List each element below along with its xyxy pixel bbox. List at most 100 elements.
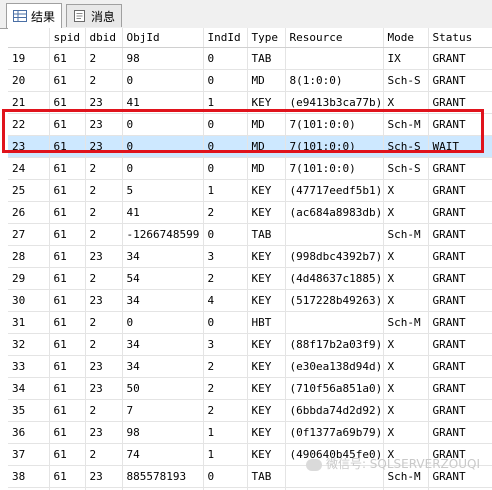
table-cell[interactable]: 2 xyxy=(85,223,123,246)
table-cell[interactable]: KEY xyxy=(247,179,286,202)
table-cell[interactable]: GRANT xyxy=(428,377,492,400)
table-cell[interactable]: 34 xyxy=(122,333,204,356)
table-cell[interactable]: -1266748599 xyxy=(122,223,204,246)
table-cell[interactable]: WAIT xyxy=(428,135,492,158)
table-cell[interactable]: 54 xyxy=(122,267,204,290)
table-cell[interactable]: 7 xyxy=(122,399,204,422)
table-cell[interactable]: 61 xyxy=(49,69,86,92)
column-header[interactable]: Type xyxy=(247,28,286,48)
table-cell[interactable]: 98 xyxy=(122,421,204,444)
table-row[interactable]: 21 61 23 41 1 KEY (e9413b3ca77b) X GRANT xyxy=(8,91,492,114)
table-cell[interactable]: 61 xyxy=(49,399,86,422)
table-cell[interactable]: X xyxy=(383,399,429,422)
table-cell[interactable]: 98 xyxy=(122,47,204,70)
table-cell[interactable]: 23 xyxy=(85,355,123,378)
table-row[interactable]: 37 61 2 74 1 KEY (490640b45fe0) X GRANT xyxy=(8,443,492,466)
table-cell[interactable]: (e30ea138d94d) xyxy=(285,355,384,378)
table-cell[interactable]: 0 xyxy=(203,223,248,246)
table-cell[interactable]: 5 xyxy=(122,179,204,202)
table-cell[interactable]: GRANT xyxy=(428,289,492,312)
table-cell[interactable]: 23 xyxy=(85,377,123,400)
table-cell[interactable]: 61 xyxy=(49,377,86,400)
table-row[interactable]: 24 61 2 0 0 MD 7(101:0:0) Sch-S GRANT xyxy=(8,157,492,180)
table-cell[interactable]: (490640b45fe0) xyxy=(285,443,384,466)
table-cell[interactable]: 0 xyxy=(203,135,248,158)
tab-results[interactable]: 结果 xyxy=(6,3,63,28)
column-header[interactable]: Status xyxy=(428,28,492,48)
table-cell[interactable]: 61 xyxy=(49,267,86,290)
table-cell[interactable]: 0 xyxy=(122,135,204,158)
table-row[interactable]: 25 61 2 5 1 KEY (47717eedf5b1) X GRANT xyxy=(8,179,492,202)
table-cell[interactable]: 0 xyxy=(122,157,204,180)
table-cell[interactable]: MD xyxy=(247,113,286,136)
table-cell[interactable]: 7(101:0:0) xyxy=(285,113,384,136)
column-header[interactable]: dbid xyxy=(85,28,123,48)
table-cell[interactable]: (6bbda74d2d92) xyxy=(285,399,384,422)
table-cell[interactable]: GRANT xyxy=(428,355,492,378)
table-cell[interactable]: TAB xyxy=(247,465,286,488)
table-cell[interactable]: GRANT xyxy=(428,443,492,466)
table-cell[interactable]: 61 xyxy=(49,355,86,378)
table-cell[interactable]: 23 xyxy=(85,135,123,158)
table-cell[interactable]: GRANT xyxy=(428,179,492,202)
table-cell[interactable]: X xyxy=(383,289,429,312)
table-cell[interactable]: KEY xyxy=(247,443,286,466)
table-row[interactable]: 27 61 2 -1266748599 0 TAB Sch-M GRANT xyxy=(8,223,492,246)
table-cell[interactable]: GRANT xyxy=(428,201,492,224)
table-cell[interactable]: 2 xyxy=(203,377,248,400)
table-row[interactable]: 28 61 23 34 3 KEY (998dbc4392b7) X GRANT xyxy=(8,245,492,268)
table-cell[interactable]: KEY xyxy=(247,377,286,400)
table-cell[interactable]: 2 xyxy=(85,179,123,202)
table-cell[interactable]: (0f1377a69b79) xyxy=(285,421,384,444)
column-header[interactable]: spid xyxy=(49,28,86,48)
table-cell[interactable]: X xyxy=(383,267,429,290)
table-cell[interactable]: 74 xyxy=(122,443,204,466)
table-cell[interactable]: 61 xyxy=(49,289,86,312)
table-cell[interactable]: 1 xyxy=(203,421,248,444)
table-cell[interactable]: Sch-M xyxy=(383,223,429,246)
table-cell[interactable] xyxy=(285,465,384,488)
table-cell[interactable] xyxy=(285,47,384,70)
table-cell[interactable]: (47717eedf5b1) xyxy=(285,179,384,202)
table-cell[interactable]: 0 xyxy=(203,113,248,136)
table-cell[interactable]: 61 xyxy=(49,311,86,334)
table-cell[interactable]: 61 xyxy=(49,157,86,180)
table-cell[interactable]: 2 xyxy=(203,399,248,422)
table-cell[interactable]: 61 xyxy=(49,91,86,114)
table-cell[interactable]: 61 xyxy=(49,201,86,224)
table-cell[interactable]: 1 xyxy=(203,91,248,114)
table-cell[interactable]: (710f56a851a0) xyxy=(285,377,384,400)
table-row[interactable]: 31 61 2 0 0 HBT Sch-M GRANT xyxy=(8,311,492,334)
table-cell[interactable] xyxy=(285,223,384,246)
table-cell[interactable]: X xyxy=(383,355,429,378)
table-cell[interactable]: 41 xyxy=(122,91,204,114)
table-cell[interactable]: IX xyxy=(383,47,429,70)
table-row[interactable]: 36 61 23 98 1 KEY (0f1377a69b79) X GRANT xyxy=(8,421,492,444)
table-cell[interactable]: X xyxy=(383,201,429,224)
table-cell[interactable]: Sch-S xyxy=(383,157,429,180)
table-row[interactable]: 32 61 2 34 3 KEY (88f17b2a03f9) X GRANT xyxy=(8,333,492,356)
table-cell[interactable]: 23 xyxy=(85,91,123,114)
table-cell[interactable]: 34 xyxy=(122,289,204,312)
table-cell[interactable]: KEY xyxy=(247,245,286,268)
column-header[interactable]: Mode xyxy=(383,28,429,48)
table-cell[interactable]: (998dbc4392b7) xyxy=(285,245,384,268)
table-cell[interactable]: GRANT xyxy=(428,223,492,246)
table-cell[interactable]: GRANT xyxy=(428,91,492,114)
table-cell[interactable]: KEY xyxy=(247,355,286,378)
table-cell[interactable]: 61 xyxy=(49,47,86,70)
table-cell[interactable]: (e9413b3ca77b) xyxy=(285,91,384,114)
table-cell[interactable]: 0 xyxy=(122,311,204,334)
table-row[interactable]: 20 61 2 0 0 MD 8(1:0:0) Sch-S GRANT xyxy=(8,69,492,92)
table-cell[interactable]: Sch-S xyxy=(383,69,429,92)
table-cell[interactable]: X xyxy=(383,421,429,444)
table-cell[interactable]: 61 xyxy=(49,245,86,268)
table-cell[interactable]: 0 xyxy=(122,69,204,92)
table-cell[interactable]: 2 xyxy=(203,355,248,378)
table-row[interactable]: 33 61 23 34 2 KEY (e30ea138d94d) X GRANT xyxy=(8,355,492,378)
table-cell[interactable]: 3 xyxy=(203,245,248,268)
table-cell[interactable]: 34 xyxy=(122,245,204,268)
table-cell[interactable]: Sch-M xyxy=(383,311,429,334)
table-cell[interactable]: KEY xyxy=(247,267,286,290)
table-cell[interactable]: GRANT xyxy=(428,421,492,444)
